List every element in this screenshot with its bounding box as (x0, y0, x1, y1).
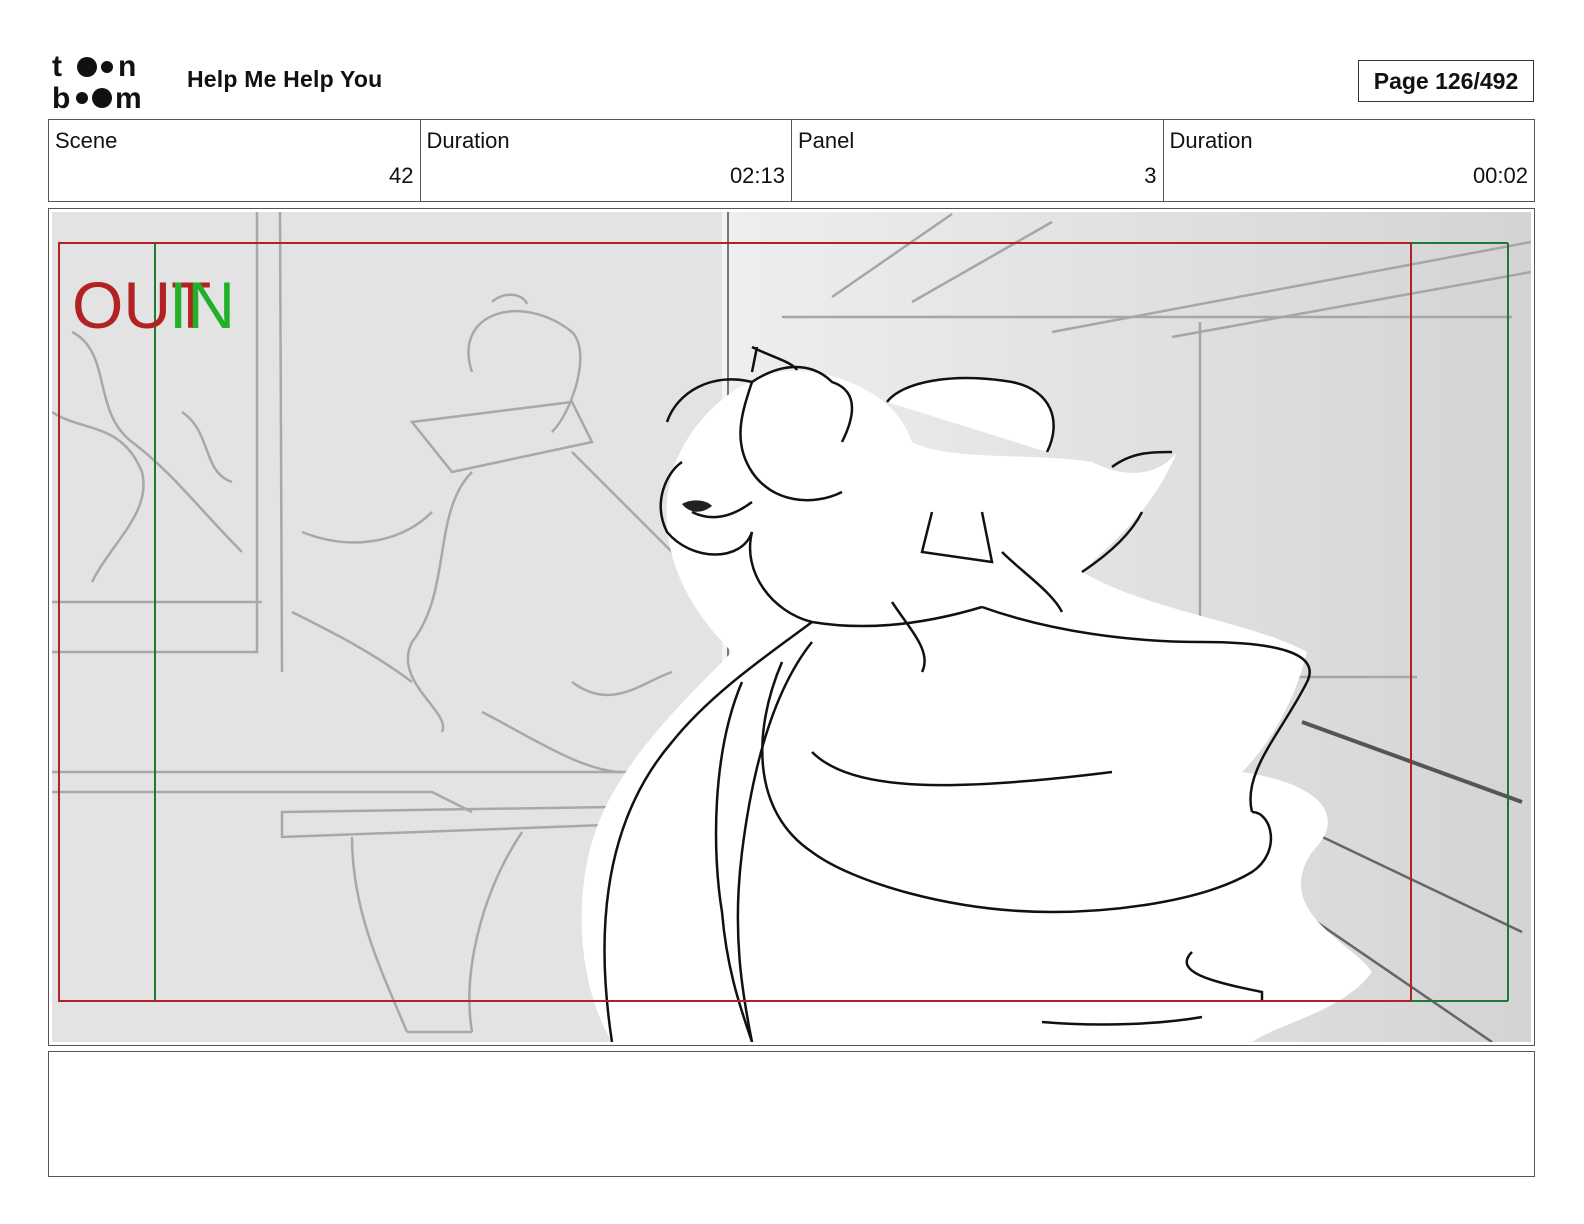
svg-text:b: b (52, 82, 70, 112)
scene-duration-cell: Duration 02:13 (421, 120, 792, 201)
page-indicator: Page 126/492 (1358, 60, 1534, 102)
panel-cell: Panel 3 (792, 120, 1164, 201)
panel-info-table: Scene 42 Duration 02:13 Panel 3 Duration… (48, 119, 1535, 202)
panel-label: Panel (798, 128, 855, 153)
panel-duration-value: 00:02 (1472, 163, 1528, 188)
svg-text:m: m (115, 82, 142, 112)
scene-value: 42 (389, 163, 414, 188)
project-title: Help Me Help You (187, 66, 383, 92)
scene-cell: Scene 42 (49, 120, 421, 201)
toonboom-logo: t n b m (52, 50, 142, 112)
panel-duration-label: Duration (1169, 128, 1253, 153)
scene-label: Scene (55, 128, 118, 153)
storyboard-panel: OUT IN (48, 208, 1535, 1046)
in-label: IN (169, 268, 235, 342)
scene-duration-value: 02:13 (729, 163, 785, 188)
panel-notes-box (48, 1051, 1535, 1177)
svg-text:n: n (118, 50, 136, 83)
panel-drawing: OUT IN (52, 212, 1531, 1042)
scene-duration-label: Duration (426, 128, 510, 153)
svg-text:t: t (52, 50, 62, 83)
panel-duration-cell: Duration 00:02 (1164, 120, 1535, 201)
panel-value: 3 (1144, 163, 1157, 188)
